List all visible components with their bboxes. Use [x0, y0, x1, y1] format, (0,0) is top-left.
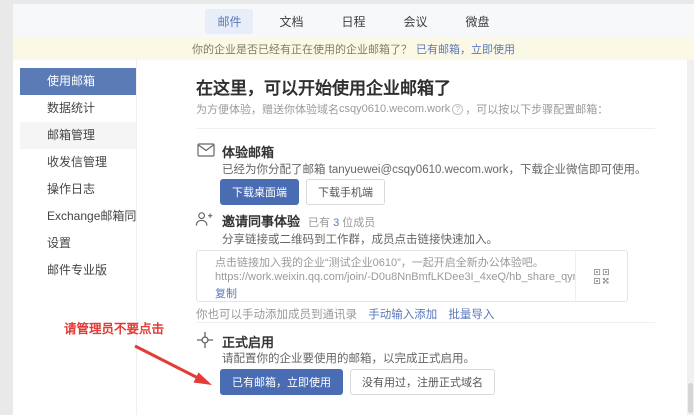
section-divider-top	[196, 128, 655, 129]
qr-code-icon	[594, 269, 609, 284]
sidebar-item-exchange-sync[interactable]: Exchange邮箱同步	[20, 203, 136, 230]
section-divider-bottom	[196, 322, 655, 323]
left-edge-strip	[0, 0, 13, 415]
sidebar-item-operation-log[interactable]: 操作日志	[20, 176, 136, 203]
sidebar-item-data-stats[interactable]: 数据统计	[20, 95, 136, 122]
download-desktop-button[interactable]: 下载桌面端	[220, 179, 299, 205]
trial-section-title: 体验邮箱	[222, 142, 274, 161]
add-person-icon	[195, 210, 213, 228]
copy-link-button[interactable]: 复制	[215, 288, 237, 301]
sidebar-item-settings[interactable]: 设置	[20, 230, 136, 257]
sidebar-item-send-receive[interactable]: 收发信管理	[20, 149, 136, 176]
trial-section-desc: 已经为你分配了邮箱 tanyuewei@csqy0610.wecom.work，…	[222, 161, 646, 177]
notice-banner: 你的企业是否已经有正在使用的企业邮箱了？ 已有邮箱，立即使用	[13, 38, 694, 60]
share-url: https://work.weixin.qq.com/join/-D0u8NnB…	[215, 271, 575, 285]
page-title: 在这里，可以开始使用企业邮箱了	[196, 74, 451, 99]
members-prefix: 已有	[308, 217, 333, 229]
nav-tab-calendar[interactable]: 日程	[329, 9, 377, 34]
admin-warning-annotation: 请管理员不要点击	[64, 318, 164, 337]
activate-section-desc: 请配置你的企业要使用的邮箱，以完成正式启用。	[222, 350, 475, 366]
batch-import-link[interactable]: 批量导入	[448, 309, 494, 321]
have-mailbox-use-now-button[interactable]: 已有邮箱，立即使用	[220, 369, 343, 395]
subtitle-prefix: 为方便体验，赠送你体验域名	[196, 101, 339, 117]
trial-domain: csqy0610.wecom.work	[339, 103, 450, 115]
banner-use-existing-link[interactable]: 已有邮箱，立即使用	[416, 41, 515, 57]
invite-title-text: 邀请同事体验	[222, 214, 300, 229]
nav-tab-mail[interactable]: 邮件	[205, 9, 253, 34]
nav-tab-docs[interactable]: 文档	[267, 9, 315, 34]
invite-section-desc: 分享链接或二维码到工作群，成员点击链接快速加入。	[222, 231, 498, 247]
members-suffix: 位成员	[339, 217, 375, 229]
share-link-box: 点击链接加入我的企业“测试企业0610”，一起开启全新办公体验吧。 https:…	[196, 250, 628, 302]
sidebar: 使用邮箱 数据统计 邮箱管理 收发信管理 操作日志 Exchange邮箱同步 设…	[13, 60, 137, 415]
banner-question: 你的企业是否已经有正在使用的企业邮箱了？	[192, 41, 412, 57]
share-link-content: 点击链接加入我的企业“测试企业0610”，一起开启全新办公体验吧。 https:…	[197, 251, 575, 301]
register-domain-button[interactable]: 没有用过，注册正式域名	[350, 369, 495, 395]
nav-tab-meeting[interactable]: 会议	[392, 9, 440, 34]
share-text: 点击链接加入我的企业“测试企业0610”，一起开启全新办公体验吧。	[215, 257, 575, 271]
manual-add-line: 你也可以手动添加成员到通讯录 手动输入添加 批量导入	[196, 306, 494, 322]
qr-code-button[interactable]	[575, 251, 627, 301]
wecom-mail-admin-page: 邮件 文档 日程 会议 微盘 你的企业是否已经有正在使用的企业邮箱了？ 已有邮箱…	[0, 0, 694, 415]
sidebar-item-use-mailbox[interactable]: 使用邮箱	[20, 68, 136, 95]
page-subtitle: 为方便体验，赠送你体验域名 csqy0610.wecom.work ? ，可以按…	[196, 101, 608, 117]
scrollbar-thumb[interactable]	[688, 383, 693, 413]
scrollbar-track[interactable]	[687, 60, 694, 415]
subtitle-suffix: ，可以按以下步骤配置邮箱：	[465, 101, 608, 117]
manual-input-add-link[interactable]: 手动输入添加	[368, 309, 437, 321]
member-count-text: 已有 3 位成员	[308, 217, 375, 229]
info-icon[interactable]: ?	[452, 104, 463, 115]
envelope-icon	[197, 141, 215, 159]
red-arrow-icon	[130, 342, 222, 394]
sidebar-item-mailbox-management[interactable]: 邮箱管理	[20, 122, 136, 149]
download-mobile-button[interactable]: 下载手机端	[306, 179, 385, 205]
manual-add-text: 你也可以手动添加成员到通讯录	[196, 309, 357, 321]
nav-tab-drive[interactable]: 微盘	[454, 9, 502, 34]
invite-section-title: 邀请同事体验已有 3 位成员	[222, 211, 375, 230]
top-nav: 邮件 文档 日程 会议 微盘	[13, 4, 694, 38]
sidebar-item-mail-pro[interactable]: 邮件专业版	[20, 257, 136, 284]
activate-section-title: 正式启用	[222, 332, 274, 351]
